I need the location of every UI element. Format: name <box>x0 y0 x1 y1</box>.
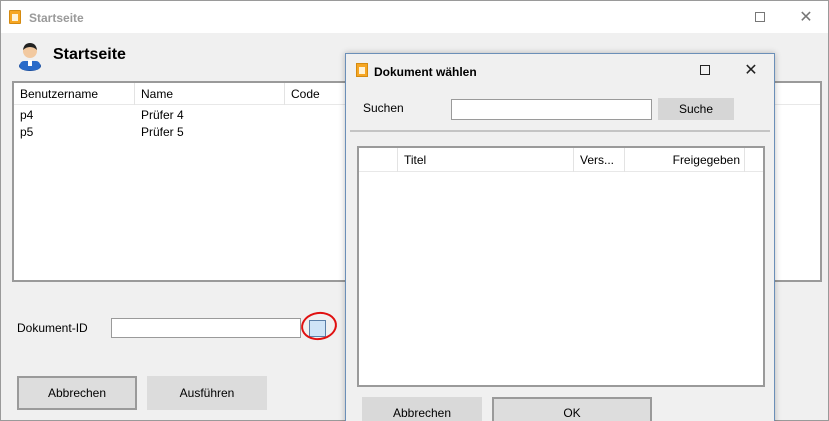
document-id-label: Dokument-ID <box>17 321 88 335</box>
dialog-title: Dokument wählen <box>374 65 477 79</box>
maximize-button[interactable] <box>737 1 783 33</box>
dialog-app-icon <box>356 63 368 77</box>
page-title: Startseite <box>53 46 126 63</box>
dialog-titlebar: Dokument wählen ✕ <box>346 54 774 86</box>
table-row-username[interactable]: p5 <box>14 124 135 141</box>
close-button[interactable]: ✕ <box>783 1 829 33</box>
search-button[interactable]: Suche <box>658 98 734 120</box>
column-header-released[interactable]: Freigegeben <box>625 148 745 172</box>
user-avatar-icon <box>19 43 41 71</box>
highlight-annotation <box>299 309 339 343</box>
column-header-blank[interactable] <box>359 148 398 172</box>
column-header-title[interactable]: Titel <box>398 148 574 172</box>
window-title: Startseite <box>29 11 84 25</box>
table-row-name[interactable]: Prüfer 4 <box>135 107 285 124</box>
document-table: Titel Vers... Freigegeben <box>357 146 765 387</box>
run-button[interactable]: Ausführen <box>147 376 267 410</box>
search-label: Suchen <box>363 101 404 115</box>
choose-document-dialog: Dokument wählen ✕ Suchen Suche Titel Ver… <box>345 53 775 421</box>
separator <box>350 130 770 132</box>
maximize-icon <box>755 12 765 22</box>
document-id-input[interactable] <box>111 318 301 338</box>
app-icon <box>9 10 21 24</box>
maximize-icon <box>700 65 710 75</box>
dialog-maximize-button[interactable] <box>682 54 728 86</box>
column-header-username[interactable]: Benutzername <box>14 83 135 105</box>
main-titlebar: Startseite ✕ <box>1 1 828 33</box>
column-header-version[interactable]: Vers... <box>574 148 625 172</box>
dialog-cancel-button[interactable]: Abbrechen <box>362 397 482 421</box>
document-table-header: Titel Vers... Freigegeben <box>359 148 763 172</box>
dialog-ok-button[interactable]: OK <box>492 397 652 421</box>
table-row-name[interactable]: Prüfer 5 <box>135 124 285 141</box>
dialog-close-button[interactable]: ✕ <box>728 54 774 86</box>
close-icon: ✕ <box>744 62 758 79</box>
close-icon: ✕ <box>799 9 813 26</box>
column-header-name[interactable]: Name <box>135 83 285 105</box>
search-input[interactable] <box>451 99 652 120</box>
table-row-username[interactable]: p4 <box>14 107 135 124</box>
cancel-button[interactable]: Abbrechen <box>17 376 137 410</box>
